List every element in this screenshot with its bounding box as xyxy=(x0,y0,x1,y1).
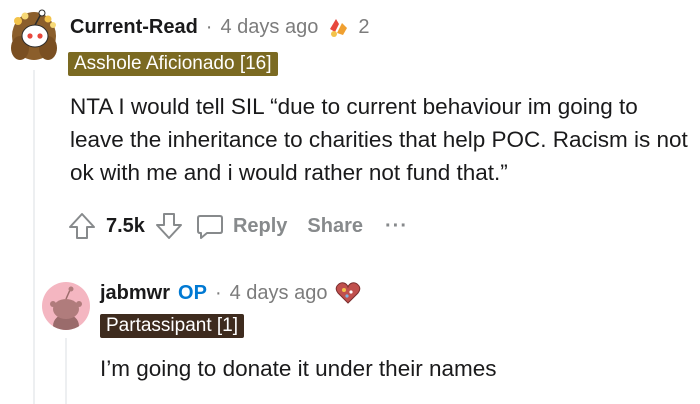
timestamp[interactable]: 4 days ago xyxy=(220,16,318,39)
heart-award-icon[interactable] xyxy=(335,281,361,305)
award-count: 2 xyxy=(358,15,370,38)
reply-icon xyxy=(193,209,227,243)
avatar[interactable] xyxy=(42,282,90,330)
award-icon[interactable] xyxy=(326,15,350,39)
share-button[interactable]: Share xyxy=(307,215,363,238)
vote-score: 7.5k xyxy=(106,214,145,237)
thread-line-main[interactable] xyxy=(33,70,35,404)
downvote-icon[interactable] xyxy=(151,208,187,244)
user-flair: Partassipant [1] xyxy=(100,314,245,338)
comment-body: NTA I would tell SIL “due to current beh… xyxy=(70,94,688,185)
comment-meta: Current-Read · 4 days ago 2 xyxy=(70,14,369,40)
timestamp[interactable]: 4 days ago xyxy=(230,282,328,305)
username[interactable]: jabmwr xyxy=(100,282,170,305)
username[interactable]: Current-Read xyxy=(70,16,198,39)
reply-button[interactable]: Reply xyxy=(193,209,287,243)
separator-dot: · xyxy=(214,281,222,304)
thread-line-reply[interactable] xyxy=(65,338,67,404)
separator-dot: · xyxy=(205,15,213,38)
comment-actions: 7.5k Reply Share ··· xyxy=(64,208,408,244)
reply-meta: jabmwr OP · 4 days ago xyxy=(100,280,361,306)
avatar[interactable] xyxy=(8,6,60,62)
more-options-icon[interactable]: ··· xyxy=(385,215,408,238)
upvote-icon[interactable] xyxy=(64,208,100,244)
user-flair: Asshole Aficionado [16] xyxy=(68,52,278,76)
op-badge: OP xyxy=(178,281,207,304)
reply-body: I’m going to donate it under their names xyxy=(100,356,497,381)
reply-label: Reply xyxy=(232,214,288,237)
